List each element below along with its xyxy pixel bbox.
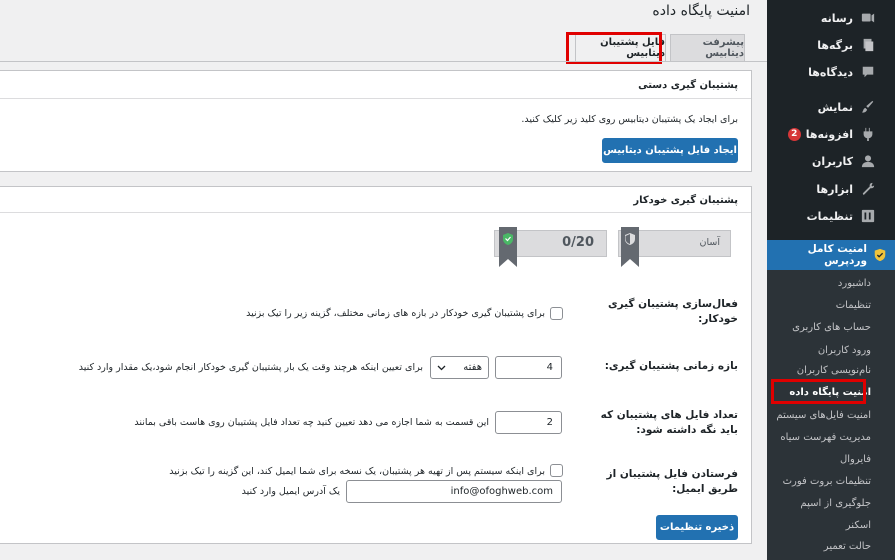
menu-label: دیدگاه‌ها (808, 65, 853, 79)
current-menu-arrow (759, 248, 767, 262)
menu-item-comments[interactable]: دیدگاه‌ها (767, 59, 895, 85)
email-backup-desc: برای اینکه سیستم پس از تهیه هر پشتیبان، … (169, 466, 545, 477)
email-backup-label: فرستادن فایل پشتیبان از طریق ایمیل: (606, 468, 738, 495)
submenu-scanner[interactable]: اسکنر (767, 520, 895, 531)
manual-backup-description: برای ایجاد یک پشتیبان دیتابیس روی کلید ز… (521, 114, 738, 125)
select-value: هفته (463, 362, 482, 373)
backup-keep-count-input[interactable]: 2 (495, 411, 562, 434)
backup-interval-input[interactable]: 4 (495, 356, 562, 379)
menu-label: کاربران (812, 154, 853, 168)
submenu-dashboard[interactable]: داشبورد (767, 278, 895, 289)
settings-icon (861, 209, 875, 223)
tabs-divider (0, 61, 767, 62)
submenu-user-accounts[interactable]: حساب های کاربری (767, 322, 895, 333)
panel-divider (0, 212, 751, 213)
auto-backup-panel: پشتیبان گیری خودکار 0/20 آسان فعال‌سازی … (0, 186, 752, 544)
backup-keep-count-label: تعداد فایل های پشتیبان که باید نگه داشته… (600, 409, 738, 436)
pages-icon (861, 38, 875, 52)
submenu-spam-prevention[interactable]: جلوگیری از اسپم (767, 498, 895, 509)
backup-interval-unit-select[interactable]: هفته (430, 356, 489, 379)
tab-database-prefix[interactable]: پیشرفت دیتابیس (670, 34, 745, 61)
admin-sidebar: رسانه برگه‌ها دیدگاه‌ها نمایش افزونه‌ها … (759, 0, 895, 560)
backup-keep-count-desc: این قسمت به شما اجازه می دهد تعیین کنید … (134, 417, 489, 428)
backup-email-input[interactable]: info@ofoghweb.com (346, 480, 562, 503)
menu-item-appearance[interactable]: نمایش (767, 94, 895, 120)
enable-auto-backup-label: فعال‌سازی پشتیبان گیری خودکار: (607, 298, 738, 325)
menu-item-media[interactable]: رسانه (767, 5, 895, 31)
update-count-badge: 2 (787, 127, 801, 141)
menu-item-users[interactable]: کاربران (767, 148, 895, 174)
backup-email-hint: یک آدرس ایمیل وارد کنید (241, 486, 340, 497)
level-ribbon-icon (621, 227, 639, 267)
highlight-frame-submenu (771, 379, 866, 404)
manual-backup-title: پشتیبان گیری دستی (638, 80, 738, 91)
enable-auto-backup-checkbox[interactable] (550, 307, 563, 320)
score-ribbon-icon (499, 227, 517, 267)
security-score: 0/20 (562, 235, 594, 250)
email-backup-checkbox[interactable] (550, 464, 563, 477)
users-icon (861, 154, 875, 168)
appearance-icon (861, 100, 875, 114)
difficulty-level: آسان (699, 237, 720, 248)
submenu-firewall[interactable]: فایروال (767, 454, 895, 465)
submenu-brute-force[interactable]: تنظیمات بروت فورث (767, 476, 895, 487)
media-icon (861, 11, 875, 25)
menu-label: ابزارها (816, 182, 853, 196)
menu-label: امنیت کامل وردپرس (807, 243, 867, 267)
submenu-filesystem-security[interactable]: امنیت فایل‌های سیستم (767, 410, 895, 421)
menu-item-pages[interactable]: برگه‌ها (767, 32, 895, 58)
menu-label: نمایش (817, 100, 853, 114)
create-backup-button[interactable]: ایجاد فایل پشتیبان دیتابیس (602, 138, 738, 163)
highlight-frame-tab (566, 32, 662, 64)
menu-label: برگه‌ها (817, 38, 853, 52)
page-title: امنیت پایگاه داده (652, 3, 750, 19)
panel-divider (0, 98, 751, 99)
tools-icon (861, 182, 875, 196)
menu-item-settings[interactable]: تنظیمات (767, 203, 895, 229)
chevron-down-icon (437, 365, 446, 370)
backup-interval-label: بازه زمانی پشتیبان گیری: (604, 360, 738, 372)
backup-interval-desc: برای تعیین اینکه هرچند وقت یک بار پشتیبا… (78, 362, 423, 373)
menu-item-tools[interactable]: ابزارها (767, 176, 895, 202)
submenu-blacklist[interactable]: مدیریت فهرست سیاه (767, 432, 895, 443)
submenu-settings[interactable]: تنظیمات (767, 300, 895, 311)
menu-label: افزونه‌ها (805, 127, 853, 141)
manual-backup-panel: پشتیبان گیری دستی برای ایجاد یک پشتیبان … (0, 70, 752, 172)
save-settings-button[interactable]: ذخیره تنظیمات (656, 515, 738, 540)
submenu-maintenance[interactable]: حالت تعمیر (767, 541, 895, 552)
submenu-user-login[interactable]: ورود کاربران (767, 345, 895, 356)
menu-label: رسانه (820, 11, 853, 25)
enable-auto-backup-desc: برای پشتیبان گیری خودکار در بازه های زما… (246, 308, 545, 319)
plugins-icon (861, 127, 875, 141)
menu-label: تنظیمات (806, 209, 853, 223)
plugin-submenu: داشبورد تنظیمات حساب های کاربری ورود کار… (767, 270, 895, 560)
menu-item-wp-security[interactable]: امنیت کامل وردپرس (759, 240, 895, 270)
auto-backup-title: پشتیبان گیری خودکار (633, 195, 738, 206)
comments-icon (861, 65, 875, 79)
submenu-user-registration[interactable]: نام‌نویسی کاربران (767, 365, 895, 376)
menu-item-plugins[interactable]: افزونه‌ها 2 (767, 121, 895, 147)
shield-icon (873, 248, 887, 262)
